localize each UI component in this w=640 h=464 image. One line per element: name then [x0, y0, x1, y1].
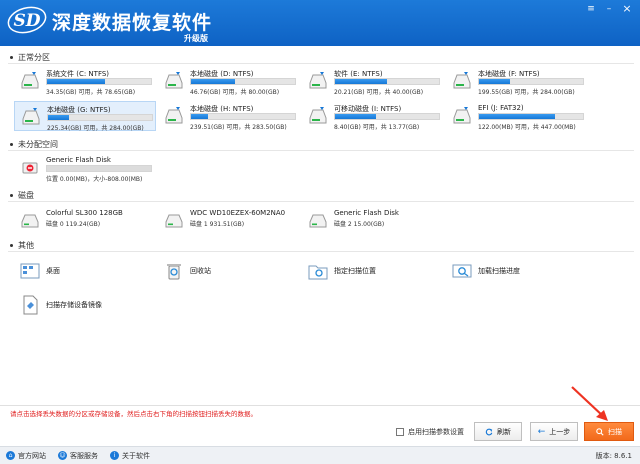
- flash-disk-icon: [22, 162, 38, 174]
- section-unallocated: 未分配空间: [10, 139, 58, 150]
- partition-item[interactable]: 软件 (E: NTFS) 20.21(GB) 可用，共 40.00(GB): [302, 66, 444, 96]
- about-link[interactable]: i 关于软件: [110, 451, 150, 461]
- partition-info: 225.34(GB) 可用，共 284.00(GB): [47, 125, 144, 132]
- drive-icon: [22, 108, 40, 125]
- hard-disk-icon: [21, 214, 39, 228]
- other-device-image[interactable]: 扫描存储设备镜像: [14, 290, 156, 320]
- partition-usage-bar: [190, 78, 296, 85]
- disk-item[interactable]: Colorful SL300 128GB 磁盘 0 119.24(GB): [14, 206, 156, 236]
- unallocated-item[interactable]: Generic Flash Disk 位置 0.00(MB)，大小-808.00…: [14, 153, 156, 183]
- disk-name: Colorful SL300 128GB: [46, 209, 123, 217]
- section-normal: 正常分区: [10, 52, 50, 63]
- partition-item[interactable]: 可移动磁盘 (I: NTFS) 8.40(GB) 可用，共 13.77(GB): [302, 101, 444, 131]
- partition-info: 199.55(GB) 可用，共 284.00(GB): [478, 89, 575, 96]
- partition-usage-bar: [334, 78, 440, 85]
- partition-usage-bar: [47, 114, 153, 121]
- unallocated-name: Generic Flash Disk: [46, 156, 111, 164]
- prev-button[interactable]: ← 上一步: [530, 422, 578, 441]
- version-label: 版本: 8.6.1: [595, 451, 632, 460]
- drive-icon: [453, 72, 471, 89]
- partition-item[interactable]: 本地磁盘 (F: NTFS) 199.55(GB) 可用，共 284.00(GB): [446, 66, 588, 96]
- partition-info: 20.21(GB) 可用，共 40.00(GB): [334, 89, 424, 96]
- refresh-button[interactable]: 刷新: [474, 422, 522, 441]
- disk-info: 磁盘 0 119.24(GB): [46, 221, 101, 228]
- disk-item[interactable]: Generic Flash Disk 磁盘 2 15.00(GB): [302, 206, 444, 236]
- partition-item[interactable]: 本地磁盘 (H: NTFS) 239.51(GB) 可用，共 283.50(GB): [158, 101, 300, 131]
- disk-name: WDC WD10EZEX-60M2NA0: [190, 209, 286, 217]
- unallocated-bar: [46, 165, 152, 172]
- partition-usage-bar: [46, 78, 152, 85]
- support-icon: ☺: [58, 451, 67, 460]
- app-title: 深度数据恢复软件: [52, 12, 213, 34]
- partition-info: 239.51(GB) 可用，共 283.50(GB): [190, 124, 287, 131]
- svg-text:SD: SD: [13, 11, 40, 31]
- menu-icon[interactable]: ≡: [584, 3, 598, 15]
- scan-button[interactable]: 扫描: [584, 422, 634, 441]
- status-message: 请点击选择丢失数据的分区或存储设备，然后点击右下角的扫描按钮扫描丢失的数据。: [10, 410, 257, 418]
- minimize-icon[interactable]: –: [602, 3, 616, 15]
- other-load-progress[interactable]: 加载扫描进度: [446, 256, 588, 286]
- disk-info: 磁盘 1 931.51(GB): [190, 221, 245, 228]
- scan-params-option[interactable]: 启用扫描参数设置: [396, 427, 464, 437]
- pointer-arrow-annotation: [571, 386, 608, 421]
- disk-item[interactable]: WDC WD10EZEX-60M2NA0 磁盘 1 931.51(GB): [158, 206, 300, 236]
- website-link[interactable]: ⌂ 官方网站: [6, 451, 46, 461]
- disk-name: Generic Flash Disk: [334, 209, 399, 217]
- partition-item[interactable]: 本地磁盘 (D: NTFS) 46.76(GB) 可用，共 80.00(GB): [158, 66, 300, 96]
- partition-usage-bar: [478, 78, 584, 85]
- refresh-icon: [485, 428, 493, 435]
- main-content: 正常分区 系统文件 (C: NTFS) 34.35(GB) 可用，共 78.65(…: [0, 46, 640, 406]
- partition-info: 122.00(MB) 可用，共 447.00(MB): [478, 124, 576, 131]
- home-icon: ⌂: [6, 451, 15, 460]
- load-progress-icon: [452, 264, 472, 278]
- drive-icon: [21, 72, 39, 89]
- section-other: 其他: [10, 240, 34, 251]
- app-logo: SD: [7, 6, 47, 34]
- desktop-icon: [20, 263, 40, 279]
- drive-icon: [165, 72, 183, 89]
- hard-disk-icon: [165, 214, 183, 228]
- partition-info: 46.76(GB) 可用，共 80.00(GB): [190, 89, 280, 96]
- disk-image-icon: [23, 295, 38, 315]
- partition-usage-bar: [334, 113, 440, 120]
- bottom-bar: ⌂ 官方网站 ☺ 客服服务 i 关于软件 版本: 8.6.1: [0, 446, 640, 464]
- partition-item[interactable]: 系统文件 (C: NTFS) 34.35(GB) 可用，共 78.65(GB): [14, 66, 156, 96]
- other-desktop[interactable]: 桌面: [14, 256, 156, 286]
- recycle-bin-icon: [167, 264, 181, 280]
- title-bar: SD 深度数据恢复软件 升级版 ≡ – ×: [0, 0, 640, 46]
- folder-scan-icon: [308, 265, 328, 280]
- edition-label: 升级版: [184, 34, 208, 43]
- partition-usage-bar: [478, 113, 584, 120]
- partition-name: EFI (J: FAT32): [478, 104, 524, 112]
- partition-usage-bar: [190, 113, 296, 120]
- partition-info: 8.40(GB) 可用，共 13.77(GB): [334, 124, 420, 131]
- support-link[interactable]: ☺ 客服服务: [58, 451, 98, 461]
- partition-item[interactable]: EFI (J: FAT32) 122.00(MB) 可用，共 447.00(MB): [446, 101, 588, 131]
- close-icon[interactable]: ×: [620, 3, 634, 15]
- other-custom-location[interactable]: 指定扫描位置: [302, 256, 444, 286]
- drive-icon: [453, 107, 471, 124]
- drive-icon: [165, 107, 183, 124]
- info-icon: i: [110, 451, 119, 460]
- drive-icon: [309, 107, 327, 124]
- partition-item[interactable]: 本地磁盘 (G: NTFS) 225.34(GB) 可用，共 284.00(GB): [14, 101, 156, 132]
- section-disks: 磁盘: [10, 190, 34, 201]
- scan-params-checkbox[interactable]: [396, 428, 404, 436]
- other-recycle-bin[interactable]: 回收站: [158, 256, 300, 286]
- disk-info: 磁盘 2 15.00(GB): [334, 221, 385, 228]
- drive-icon: [309, 72, 327, 89]
- unallocated-info: 位置 0.00(MB)，大小-808.00(MB): [46, 176, 143, 183]
- search-icon: [596, 427, 604, 436]
- hard-disk-icon: [309, 214, 327, 228]
- back-arrow-icon: ←: [537, 426, 546, 437]
- partition-info: 34.35(GB) 可用，共 78.65(GB): [46, 89, 136, 96]
